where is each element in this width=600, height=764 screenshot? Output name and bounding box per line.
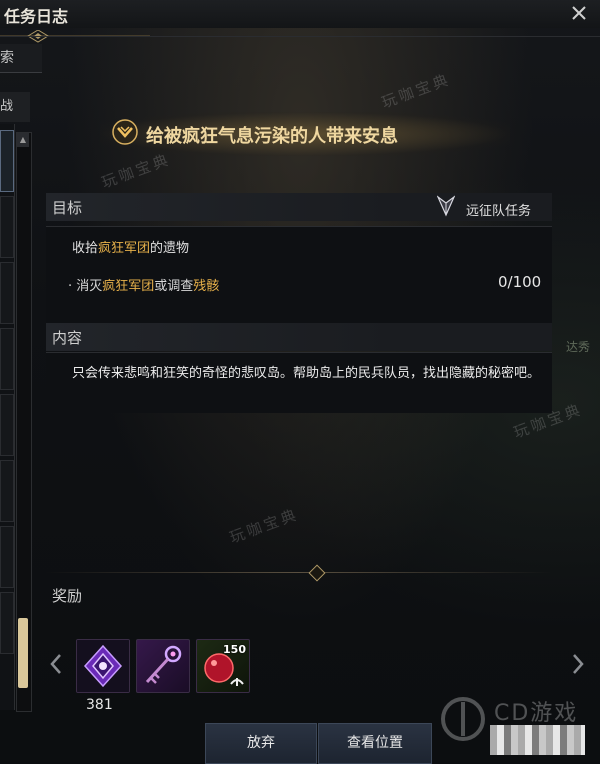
reward-count: 381 <box>86 697 113 713</box>
subtask-middle: 或调查 <box>154 279 194 294</box>
quest-description: 只会传来悲鸣和狂笑的奇怪的悲叹岛。帮助岛上的民兵队员，找出隐藏的秘密吧。 <box>72 366 541 381</box>
pixelated-overlay <box>490 725 585 755</box>
background-text: 达秀 <box>566 340 591 354</box>
reward-divider <box>46 572 552 573</box>
quest-list-item[interactable] <box>0 526 14 588</box>
quest-list-item[interactable] <box>0 394 14 456</box>
chevron-right-icon[interactable] <box>570 652 586 676</box>
reward-item-2[interactable] <box>136 639 190 693</box>
scroll-up-icon[interactable]: ▲ <box>17 133 29 147</box>
view-location-button[interactable]: 查看位置 <box>318 723 432 764</box>
objective-subtask: · 消灭疯狂军团或调查残骸 <box>68 275 219 294</box>
quest-title: 给被疯狂气息污染的人带来安息 <box>146 126 398 147</box>
objective-title: 收拾疯狂军团的遗物 <box>72 237 189 256</box>
content-header-bar <box>46 323 552 351</box>
reward-header: 奖励 <box>52 587 83 605</box>
title-divider <box>0 36 600 37</box>
quest-list-item[interactable] <box>0 328 14 390</box>
expedition-quest-icon <box>437 195 455 217</box>
title-ornament-icon <box>0 30 150 43</box>
quest-list-item[interactable] <box>0 196 14 258</box>
close-icon[interactable] <box>568 2 590 24</box>
magic-key-icon <box>145 645 182 684</box>
quest-list-item[interactable] <box>0 130 14 192</box>
logo-icon <box>441 697 485 741</box>
logo-text: CD游戏 <box>494 701 579 726</box>
objective-title-highlight: 疯狂军团 <box>98 241 151 256</box>
subtask-prefix: · 消灭 <box>68 279 103 294</box>
subtask-highlight-1: 疯狂军团 <box>102 279 155 294</box>
filter-tab[interactable]: 战 <box>0 92 30 122</box>
search-tab[interactable]: 索 <box>0 44 42 73</box>
objective-header: 目标 <box>52 199 83 217</box>
abandon-button[interactable]: 放弃 <box>205 723 317 764</box>
quest-list-item[interactable] <box>0 592 14 654</box>
objective-title-suffix: 的遗物 <box>150 241 190 256</box>
reward-item-1[interactable] <box>76 639 130 693</box>
quest-list <box>0 124 15 710</box>
purple-crystal-icon <box>77 640 129 692</box>
quest-list-item[interactable] <box>0 262 14 324</box>
reward-stack-count: 150 <box>223 643 246 656</box>
subtask-highlight-2: 残骸 <box>193 279 220 294</box>
objective-progress: 0/100 <box>498 273 542 291</box>
content-header: 内容 <box>52 329 83 347</box>
objective-title-prefix: 收拾 <box>72 241 99 256</box>
filter-tab-label: 战 <box>0 99 14 114</box>
quest-badge-icon <box>112 119 138 145</box>
quest-list-item[interactable] <box>0 460 14 522</box>
quest-type-label: 远征队任务 <box>466 204 532 219</box>
reward-item-3[interactable]: 150 <box>196 639 250 693</box>
search-tab-label: 索 <box>0 50 14 66</box>
window-title: 任务日志 <box>4 7 69 26</box>
chevron-left-icon[interactable] <box>48 652 64 676</box>
title-bar: 任务日志 <box>0 0 600 28</box>
scrollbar-thumb[interactable] <box>18 618 28 688</box>
